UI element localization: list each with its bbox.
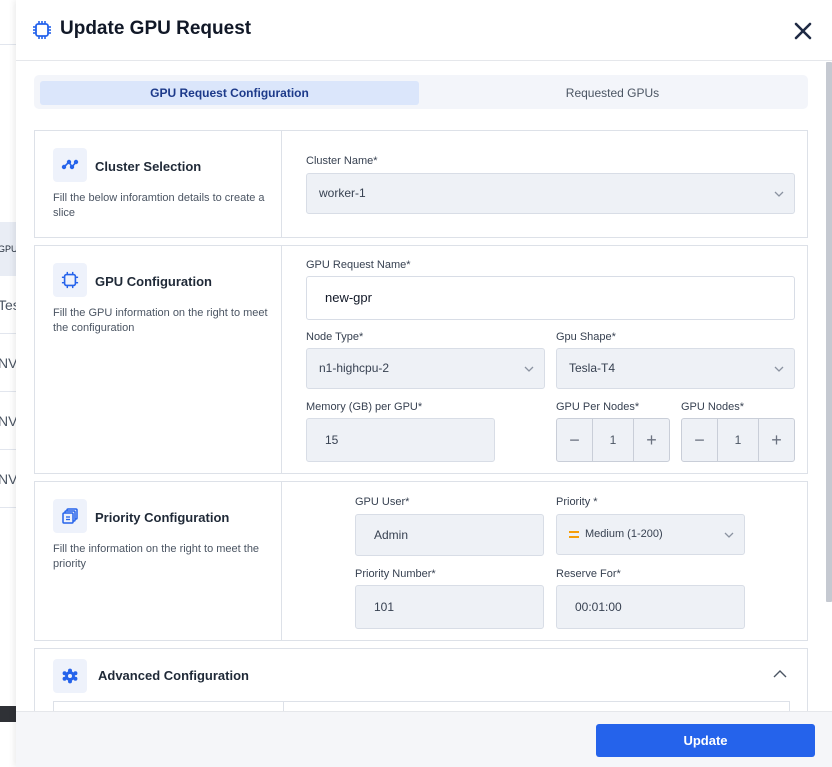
bg-column-header: GPU <box>0 244 16 254</box>
drawer-header: Update GPU Request <box>16 0 832 61</box>
section-title: Priority Configuration <box>95 510 230 525</box>
chip-icon <box>53 263 87 297</box>
section-info: GPU Configuration Fill the GPU informati… <box>35 246 282 473</box>
bg-divider <box>0 333 16 334</box>
reserve-for-label: Reserve For* <box>556 568 621 580</box>
tab-bar: GPU Request Configuration Requested GPUs <box>34 75 808 109</box>
reserve-for-value: 00:01:00 <box>575 600 622 614</box>
section-description: Fill the below inforamtion details to cr… <box>53 192 265 219</box>
cluster-name-value: worker-1 <box>319 186 366 200</box>
update-button[interactable]: Update <box>596 724 815 757</box>
gpu-per-nodes-value[interactable]: 1 <box>594 419 632 461</box>
gpu-per-nodes-label: GPU Per Nodes* <box>556 401 640 413</box>
decrement-button[interactable]: − <box>557 419 593 461</box>
gpu-shape-value: Tesla-T4 <box>569 361 616 375</box>
gpu-nodes-value[interactable]: 1 <box>719 419 757 461</box>
gpu-request-name-value: new-gpr <box>325 290 372 305</box>
chevron-down-icon <box>774 191 784 197</box>
chevron-down-icon <box>724 532 734 538</box>
gear-icon <box>53 659 87 693</box>
advanced-content-panel <box>53 701 790 711</box>
gpu-nodes-stepper: − 1 + <box>681 418 795 462</box>
priority-number-value: 101 <box>374 600 395 614</box>
section-description: Fill the information on the right to mee… <box>53 543 260 570</box>
gpu-user-input[interactable]: Admin <box>355 514 544 556</box>
cluster-name-select[interactable]: worker-1 <box>306 173 795 214</box>
update-gpu-request-drawer: Update GPU Request GPU Request Configura… <box>16 0 832 767</box>
gpu-request-name-input[interactable]: new-gpr <box>306 276 795 320</box>
priority-value: Medium (1-200) <box>585 528 663 540</box>
priority-select[interactable]: Medium (1-200) <box>556 514 745 555</box>
advanced-configuration-section[interactable]: Advanced Configuration <box>34 648 808 711</box>
gpu-shape-label: Gpu Shape* <box>556 331 616 343</box>
section-description: Fill the GPU information on the right to… <box>53 307 268 334</box>
section-title: Cluster Selection <box>95 159 202 174</box>
section-info: Cluster Selection Fill the below inforam… <box>35 131 282 237</box>
drawer-content: GPU Request Configuration Requested GPUs <box>16 61 832 711</box>
priority-number-label: Priority Number* <box>355 568 436 580</box>
decrement-button[interactable]: − <box>682 419 718 461</box>
close-icon[interactable] <box>792 20 814 42</box>
bg-divider <box>0 44 16 45</box>
bg-row-text: NV <box>0 471 16 487</box>
tab-requested-gpus[interactable]: Requested GPUs <box>423 81 802 105</box>
memory-input[interactable]: 15 <box>306 418 495 462</box>
priority-icon <box>53 499 87 533</box>
bg-row-text: NV <box>0 413 16 429</box>
gpu-user-value: Admin <box>374 528 409 542</box>
tab-gpu-request-configuration[interactable]: GPU Request Configuration <box>40 81 419 105</box>
panel-divider <box>283 702 284 711</box>
increment-button[interactable]: + <box>758 419 794 461</box>
section-info: Priority Configuration Fill the informat… <box>35 482 282 640</box>
bg-divider <box>0 391 16 392</box>
section-title: GPU Configuration <box>95 274 212 289</box>
background-page: GPU Tes NV NV NV <box>0 0 16 767</box>
gpu-per-nodes-stepper: − 1 + <box>556 418 670 462</box>
bg-row-text: NV <box>0 355 16 371</box>
reserve-for-input[interactable]: 00:01:00 <box>556 585 745 629</box>
priority-label: Priority * <box>556 496 598 508</box>
bg-row-text: Tes <box>0 297 16 313</box>
gpu-configuration-section: GPU Configuration Fill the GPU informati… <box>34 245 808 474</box>
chevron-down-icon <box>774 366 784 372</box>
gpu-user-label: GPU User* <box>355 496 410 508</box>
gpu-request-name-label: GPU Request Name* <box>306 259 411 271</box>
memory-label: Memory (GB) per GPU* <box>306 401 423 413</box>
scrollbar[interactable] <box>826 62 832 602</box>
equals-icon <box>569 530 579 538</box>
cluster-name-label: Cluster Name* <box>306 155 378 167</box>
cluster-selection-section: Cluster Selection Fill the below inforam… <box>34 130 808 238</box>
drawer-title: Update GPU Request <box>60 18 252 39</box>
node-type-label: Node Type* <box>306 331 364 343</box>
gpu-nodes-label: GPU Nodes* <box>681 401 744 413</box>
priority-configuration-section: Priority Configuration Fill the informat… <box>34 481 808 641</box>
gpu-shape-select[interactable]: Tesla-T4 <box>556 348 795 389</box>
chevron-up-icon[interactable] <box>773 669 787 679</box>
section-title: Advanced Configuration <box>98 668 249 683</box>
bg-divider <box>0 507 16 508</box>
node-type-value: n1-highcpu-2 <box>319 361 390 375</box>
chevron-down-icon <box>524 366 534 372</box>
memory-value: 15 <box>325 433 339 447</box>
chip-icon <box>33 21 51 39</box>
drawer-footer: Update <box>16 711 832 767</box>
priority-number-input[interactable]: 101 <box>355 585 544 629</box>
bg-footer-bar <box>0 706 16 722</box>
cluster-icon <box>53 148 87 182</box>
node-type-select[interactable]: n1-highcpu-2 <box>306 348 545 389</box>
bg-divider <box>0 449 16 450</box>
increment-button[interactable]: + <box>633 419 669 461</box>
